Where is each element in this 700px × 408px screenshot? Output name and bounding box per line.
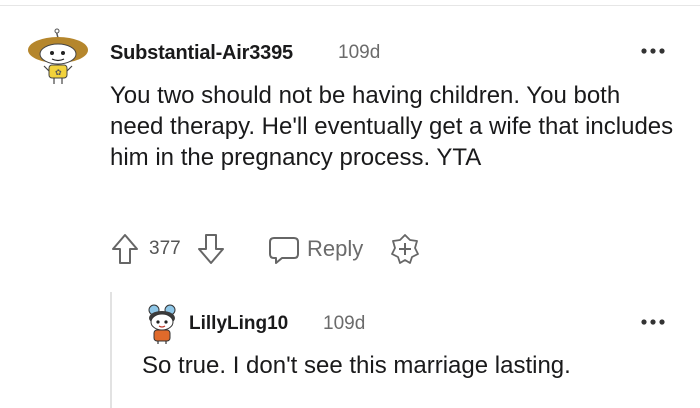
reply-user-avatar-icon[interactable] [144,304,180,344]
reply-body: So true. I don't see this marriage lasti… [142,352,571,379]
vote-count: 377 [149,238,181,259]
reply-button[interactable]: Reply [307,236,363,262]
reply-username[interactable]: LillyLing10 [189,313,288,335]
top-divider [0,5,700,6]
reply-more-options-icon[interactable] [640,317,666,327]
downvote-icon[interactable] [196,232,226,266]
comment-timestamp[interactable]: 109d [338,42,380,64]
svg-text:✿: ✿ [55,68,62,77]
comment-username[interactable]: Substantial-Air3395 [110,42,293,65]
more-options-icon[interactable] [640,46,666,56]
reply-timestamp[interactable]: 109d [323,313,365,335]
upvote-icon[interactable] [110,232,140,266]
award-icon[interactable] [388,232,422,266]
thread-line[interactable] [110,292,112,408]
user-avatar-icon[interactable]: ✿ [22,28,92,84]
reply-icon[interactable] [268,232,300,266]
comment-body: You two should not be having children. Y… [110,82,674,171]
